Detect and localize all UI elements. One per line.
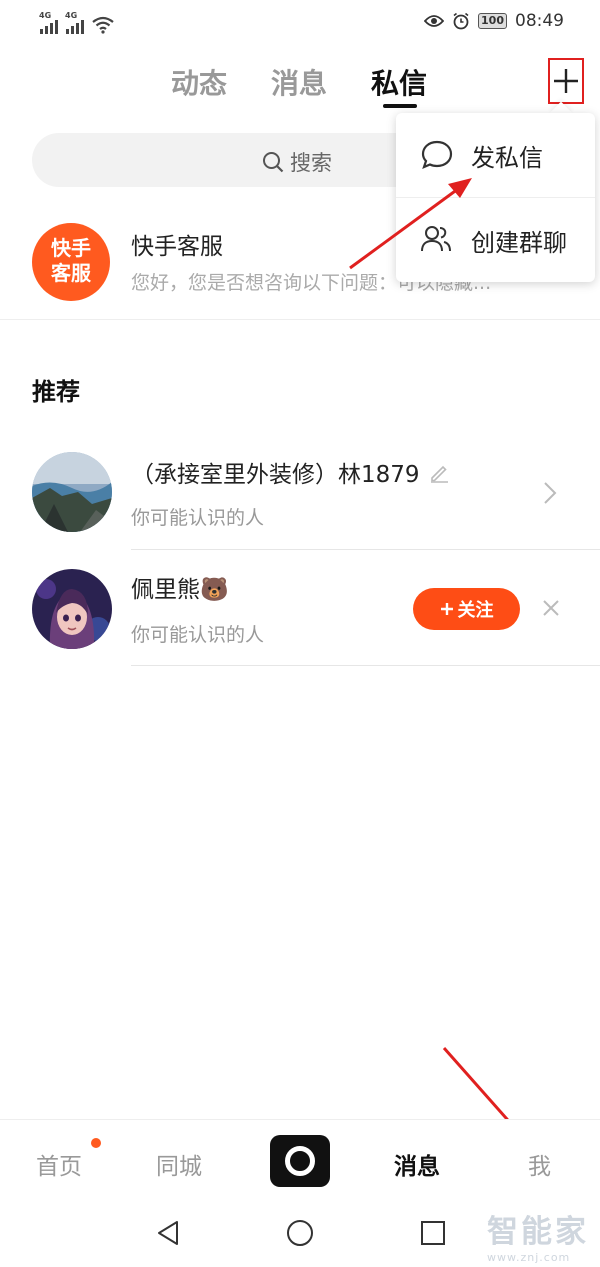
nav-home[interactable]: 首页: [36, 1147, 82, 1181]
watermark-url: www.znj.com: [487, 1251, 571, 1264]
nav-me[interactable]: 我: [528, 1147, 551, 1181]
bottom-navigation: 首页 同城 消息 我: [0, 1119, 600, 1201]
back-icon[interactable]: [155, 1219, 181, 1247]
recent-apps-icon[interactable]: [420, 1220, 446, 1246]
watermark-text: 智能家: [487, 1214, 589, 1250]
nav-messages[interactable]: 消息: [394, 1147, 440, 1181]
camera-button[interactable]: [270, 1135, 330, 1187]
home-icon[interactable]: [286, 1219, 314, 1247]
annotation-arrow-icon: [349, 178, 472, 270]
nav-local[interactable]: 同城: [156, 1147, 202, 1181]
camera-icon: [285, 1146, 315, 1176]
watermark: 智能家 www.znj.com: [487, 1206, 589, 1264]
annotation-arrows: [349, 178, 532, 1147]
notification-dot: [91, 1138, 101, 1148]
